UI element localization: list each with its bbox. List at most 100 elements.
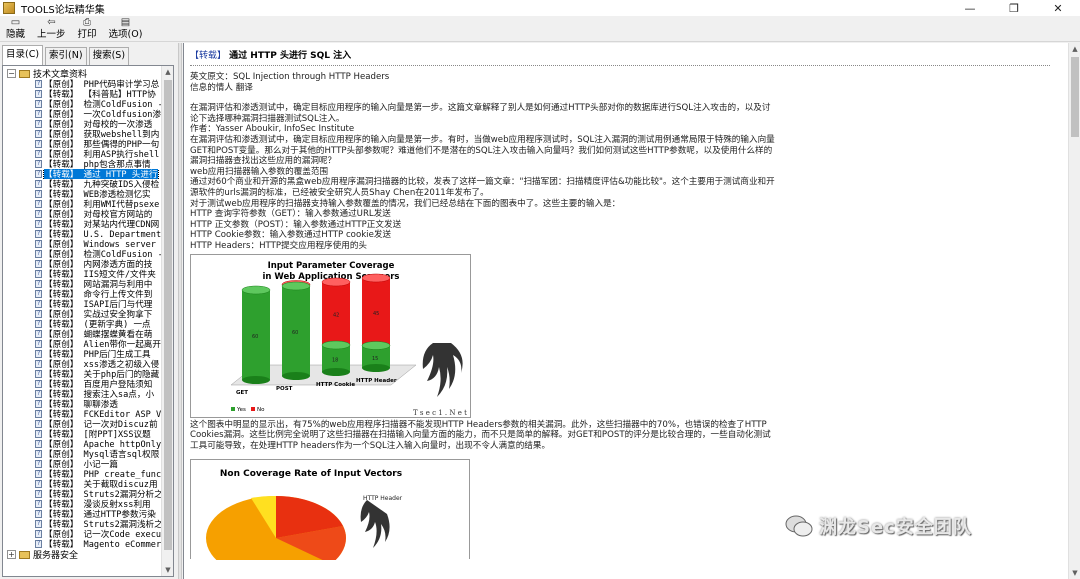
tree-item-label: 【转载】 Struts2漏洞分析之: [44, 490, 161, 499]
tree-item[interactable]: ? 【原创】 Alien带你一起离开: [3, 339, 161, 349]
tree-item[interactable]: ? 【原创】 获取webshell到内: [3, 129, 161, 139]
tree-item[interactable]: ? 【原创】 Mysql语言sql权限: [3, 449, 161, 459]
print-button[interactable]: ⎙ 打印: [72, 16, 103, 42]
title-bar: TOOLS论坛精华集 — ❐ ✕: [0, 0, 1080, 16]
tree-item[interactable]: ? 【原创】 小记一篇: [3, 459, 161, 469]
tree-item[interactable]: ? 【原创】 利用ASP执行shell: [3, 149, 161, 159]
tree-item[interactable]: ? 【原创】 那些偶得的PHP一句: [3, 139, 161, 149]
scroll-down-icon[interactable]: ▼: [1069, 567, 1080, 579]
help-page-icon: ?: [35, 300, 42, 308]
collapse-icon[interactable]: −: [7, 69, 16, 78]
category-label: POST: [276, 386, 293, 392]
tree-item[interactable]: ? 【转载】 关于php后门的隐藏: [3, 369, 161, 379]
tab-index[interactable]: 索引(N): [45, 47, 87, 65]
article-paragraph: HTTP Cookie参数：输入参数通过HTTP cookie发送: [190, 230, 392, 241]
scroll-up-icon[interactable]: ▲: [1069, 43, 1080, 55]
expand-icon[interactable]: +: [7, 550, 16, 559]
article-paragraph: HTTP Headers：HTTP提交应用程序使用的头: [190, 240, 368, 251]
tree-item[interactable]: ? 【转载】 关于截取discuz用: [3, 479, 161, 489]
tree-item[interactable]: ? 【原创】 PHP代码审计学习总: [3, 79, 161, 89]
minimize-button[interactable]: —: [948, 0, 992, 16]
tree-root-node[interactable]: − 技术文章资料: [3, 68, 161, 80]
options-button[interactable]: ▤ 选项(O): [103, 16, 149, 42]
bar-no-top: [361, 273, 391, 282]
tree-item[interactable]: ? 【转载】 FCKEditor ASP V: [3, 409, 161, 419]
scroll-up-icon[interactable]: ▲: [162, 66, 173, 78]
tree-item[interactable]: ? 【原创】 一次Coldfusion渗: [3, 109, 161, 119]
tree-item-label: 【转载】 聊聊渗透: [44, 400, 118, 409]
pane-splitter[interactable]: [178, 43, 182, 579]
tree-item[interactable]: ? 【转载】 漫谈反射xss利用: [3, 499, 161, 509]
tab-search[interactable]: 搜索(S): [88, 47, 130, 65]
help-page-icon: ?: [35, 100, 42, 108]
tree-item[interactable]: ? 【转载】 Magento eCommerc: [3, 539, 161, 549]
chart-title: Non Coverage Rate of Input Vectors: [220, 469, 402, 479]
tree-item-label: 【原创】 Mysql语言sql权限: [44, 450, 160, 459]
category-label: HTTP Cookie: [316, 382, 355, 388]
tree-item-label: 【原创】 获取webshell到内: [44, 130, 160, 139]
tree-scroll-thumb[interactable]: [164, 80, 172, 550]
article-paragraph: 这个图表中明显的显示出，有75%的web应用程序扫描器不能发现HTTP Head…: [190, 419, 771, 451]
tree-item[interactable]: ? 【转载】 php包含那点事情: [3, 159, 161, 169]
tree-item-label: 【原创】 对母校官方网站的: [44, 210, 153, 219]
topic-scrollbar[interactable]: ▲ ▼: [1068, 43, 1080, 579]
tree-item[interactable]: ? 【原创】 蝴蝶摆蝶黄看在萌: [3, 329, 161, 339]
tree-item-label: 【原创】 利用WMI代替psexe: [44, 200, 160, 209]
tree-item[interactable]: ? 【转载】 通过HTTP参数污染: [3, 509, 161, 519]
tree-item[interactable]: ? 【转载】 ISAPI后门与代理: [3, 299, 161, 309]
topic-scroll-thumb[interactable]: [1071, 57, 1079, 137]
tree-item[interactable]: ? 【转载】 通过 HTTP 头进行: [3, 169, 161, 179]
tree-item[interactable]: ? 【转载】 对某站内代理CDN网: [3, 219, 161, 229]
article-paragraph: 通过对60个商业和开源的黑盒web应用程序漏洞扫描器的比较，发表了这样一篇文章：…: [190, 177, 775, 198]
tree-item[interactable]: ? 【原创】 Windows server 2: [3, 239, 161, 249]
help-page-icon: ?: [35, 290, 42, 298]
coverage-chart: Input Parameter Coverage in Web Applicati…: [190, 253, 471, 418]
scroll-down-icon[interactable]: ▼: [162, 564, 173, 576]
tab-contents[interactable]: 目录(C): [2, 45, 44, 65]
help-page-icon: ?: [35, 380, 42, 388]
tree-item-label: 【原创】 Apache httpOnly: [44, 440, 161, 449]
tree-item[interactable]: ? 【转载】 PHP后门生成工具: [3, 349, 161, 359]
tree-item[interactable]: ? 【转载】 网站漏洞与利用中: [3, 279, 161, 289]
tree-item[interactable]: ? 【原创】 内网渗透方面的技: [3, 259, 161, 269]
tree-item[interactable]: ? 【转载】 【科普贴】HTTP协: [3, 89, 161, 99]
bar-yes-base: [362, 363, 390, 372]
tree-item[interactable]: ? 【原创】 检测ColdFusion -: [3, 249, 161, 259]
tree-item[interactable]: ? 【原创】 检测ColdFusion -: [3, 99, 161, 109]
tree-item[interactable]: ? 【转载】 Struts2漏洞分析之: [3, 489, 161, 499]
tree-item[interactable]: ? 【原创】 记一次Code execu: [3, 529, 161, 539]
maximize-button[interactable]: ❐: [992, 0, 1036, 16]
tree-item[interactable]: ? 【转载】 IIS短文件/文件夹: [3, 269, 161, 279]
tree-item[interactable]: ? 【原创】 xss渗透之初级入侵: [3, 359, 161, 369]
tree-item[interactable]: ? 【原创】 实战过安全狗拿下: [3, 309, 161, 319]
tree-item[interactable]: ? 【转载】 搜索注入sa点，小: [3, 389, 161, 399]
tree-item[interactable]: ? 【原创】 利用WMI代替psexe: [3, 199, 161, 209]
tree-item[interactable]: ? 【转载】 [附PPT]XSS议题: [3, 429, 161, 439]
article-paragraph: 在漏洞评估和渗透测试中，确定目标应用程序的输入向量是第一步。有时，当做web应用…: [190, 134, 775, 167]
tree-root-node[interactable]: + 服务器安全: [3, 549, 161, 561]
tree-item[interactable]: ? 【转载】 九种突破IDS入侵检: [3, 179, 161, 189]
help-page-icon: ?: [35, 150, 42, 158]
tree-item[interactable]: ? 【转载】 命令行上传文件到: [3, 289, 161, 299]
help-page-icon: ?: [35, 160, 42, 168]
tree-scrollbar[interactable]: ▲ ▼: [161, 66, 173, 576]
tree-item[interactable]: ? 【转载】 U.S. Department: [3, 229, 161, 239]
tree-item[interactable]: ? 【原创】 记一次对Discuz前: [3, 419, 161, 429]
tree-item[interactable]: ? 【转载】 WEB渗透检测忆实: [3, 189, 161, 199]
back-button[interactable]: ⇦ 上一步: [31, 16, 72, 42]
tree-item[interactable]: ? 【原创】 对母校的一次渗透: [3, 119, 161, 129]
book-icon: [19, 550, 30, 559]
legend-no-swatch: [251, 406, 255, 411]
tree-item[interactable]: ? 【原创】 对母校官方网站的: [3, 209, 161, 219]
tree-item[interactable]: ? 【转载】 Struts2漏洞浅析之: [3, 519, 161, 529]
tree-item[interactable]: ? 【原创】 Apache httpOnly: [3, 439, 161, 449]
tree-item[interactable]: ? 【转载】 (更新字典) 一点: [3, 319, 161, 329]
tree-item-label: 【原创】 记一次Code execu: [44, 530, 161, 539]
hide-button[interactable]: ▭ 隐藏: [0, 16, 31, 42]
help-page-icon: ?: [35, 220, 42, 228]
tree-item[interactable]: ? 【转载】 百度用户登陆须知: [3, 379, 161, 389]
tree-item[interactable]: ? 【转载】 PHP create_funct: [3, 469, 161, 479]
tree-item[interactable]: ? 【转载】 聊聊渗透: [3, 399, 161, 409]
close-button[interactable]: ✕: [1036, 0, 1080, 16]
bar-yes-base: [322, 367, 350, 376]
